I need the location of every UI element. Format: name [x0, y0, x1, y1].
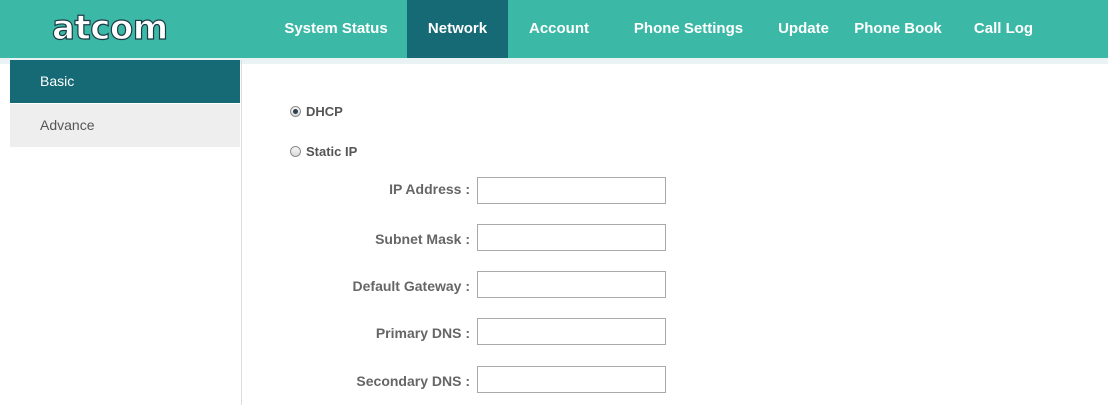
static-ip-label: Static IP [306, 144, 358, 159]
default-gateway-input[interactable] [477, 271, 666, 298]
nav-tab-call-log[interactable]: Call Log [956, 0, 1051, 58]
dhcp-radio[interactable] [290, 106, 301, 117]
nav-tab-phone-settings[interactable]: Phone Settings [610, 0, 767, 58]
top-navigation: System Status Network Account Phone Sett… [265, 0, 1051, 58]
primary-dns-label: Primary DNS : [375, 325, 470, 341]
ip-address-input[interactable] [477, 177, 666, 204]
sidebar-item-basic[interactable]: Basic [10, 60, 240, 103]
sidebar: Basic Advance [10, 60, 240, 147]
nav-tab-system-status[interactable]: System Status [265, 0, 407, 58]
atcom-logo[interactable]: atcom [51, 6, 168, 50]
nav-tab-phone-book[interactable]: Phone Book [840, 0, 956, 58]
nav-tab-network[interactable]: Network [407, 0, 508, 58]
ip-address-label: IP Address : [389, 181, 470, 197]
static-ip-radio[interactable] [290, 146, 301, 157]
sidebar-item-advance[interactable]: Advance [10, 104, 240, 147]
default-gateway-label: Default Gateway : [352, 278, 470, 294]
static-ip-option[interactable]: Static IP [290, 144, 357, 159]
nav-tab-account[interactable]: Account [508, 0, 610, 58]
primary-dns-input[interactable] [477, 318, 666, 345]
dhcp-label: DHCP [306, 104, 343, 119]
content-divider [241, 60, 242, 405]
dhcp-option[interactable]: DHCP [290, 104, 343, 119]
secondary-dns-input[interactable] [477, 366, 666, 393]
subnet-mask-input[interactable] [477, 224, 666, 251]
subnet-mask-label: Subnet Mask : [375, 231, 470, 247]
secondary-dns-label: Secondary DNS : [356, 373, 470, 389]
nav-tab-update[interactable]: Update [767, 0, 840, 58]
